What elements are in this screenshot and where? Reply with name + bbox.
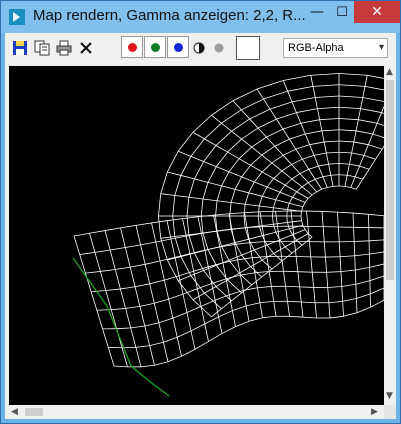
display-mode-value: RGB-Alpha [288, 42, 344, 54]
blue-channel-button[interactable] [167, 36, 189, 58]
scrollbar-corner [384, 405, 396, 419]
chevron-down-icon[interactable]: ▾ [379, 42, 384, 53]
scroll-up-icon[interactable]: ▲ [386, 67, 393, 77]
scroll-down-icon[interactable]: ▼ [386, 391, 393, 401]
app-icon [9, 9, 25, 25]
scroll-left-icon[interactable]: ◀ [11, 407, 18, 417]
minimize-button[interactable]: — [304, 1, 330, 23]
red-dot-icon [127, 42, 137, 52]
display-mode-select[interactable]: RGB-Alpha ▾ [283, 38, 388, 58]
clear-icon[interactable] [77, 39, 95, 57]
horizontal-scrollbar[interactable]: ◀ ▶ [9, 405, 384, 419]
render-window: Map rendern, Gamma anzeigen: 2,2, R... —… [0, 0, 401, 424]
vertical-scroll-thumb[interactable] [386, 80, 394, 280]
red-channel-button[interactable] [121, 36, 143, 58]
toolbar: RGB-Alpha ▾ [5, 33, 396, 63]
monochrome-icon[interactable] [190, 39, 208, 57]
vertical-scrollbar[interactable]: ▲ ▼ [384, 66, 396, 405]
render-viewport[interactable] [9, 66, 384, 405]
title-bar[interactable]: Map rendern, Gamma anzeigen: 2,2, R... —… [1, 1, 400, 33]
close-button[interactable]: ✕ [354, 1, 400, 23]
window-title: Map rendern, Gamma anzeigen: 2,2, R... [33, 7, 306, 24]
copy-icon[interactable] [33, 39, 51, 57]
maximize-button[interactable]: ☐ [330, 1, 354, 23]
print-icon[interactable] [55, 39, 73, 57]
horizontal-scroll-thumb[interactable] [25, 408, 43, 416]
green-dot-icon [150, 42, 160, 52]
green-channel-button[interactable] [144, 36, 166, 58]
color-swatch[interactable] [236, 36, 260, 60]
save-icon[interactable] [11, 39, 29, 57]
scroll-right-icon[interactable]: ▶ [371, 407, 378, 417]
alpha-channel-icon[interactable] [210, 39, 228, 57]
window-content: RGB-Alpha ▾ ▲ ▼ ◀ ▶ [5, 33, 396, 419]
blue-dot-icon [173, 42, 183, 52]
wireframe-render [72, 73, 384, 397]
